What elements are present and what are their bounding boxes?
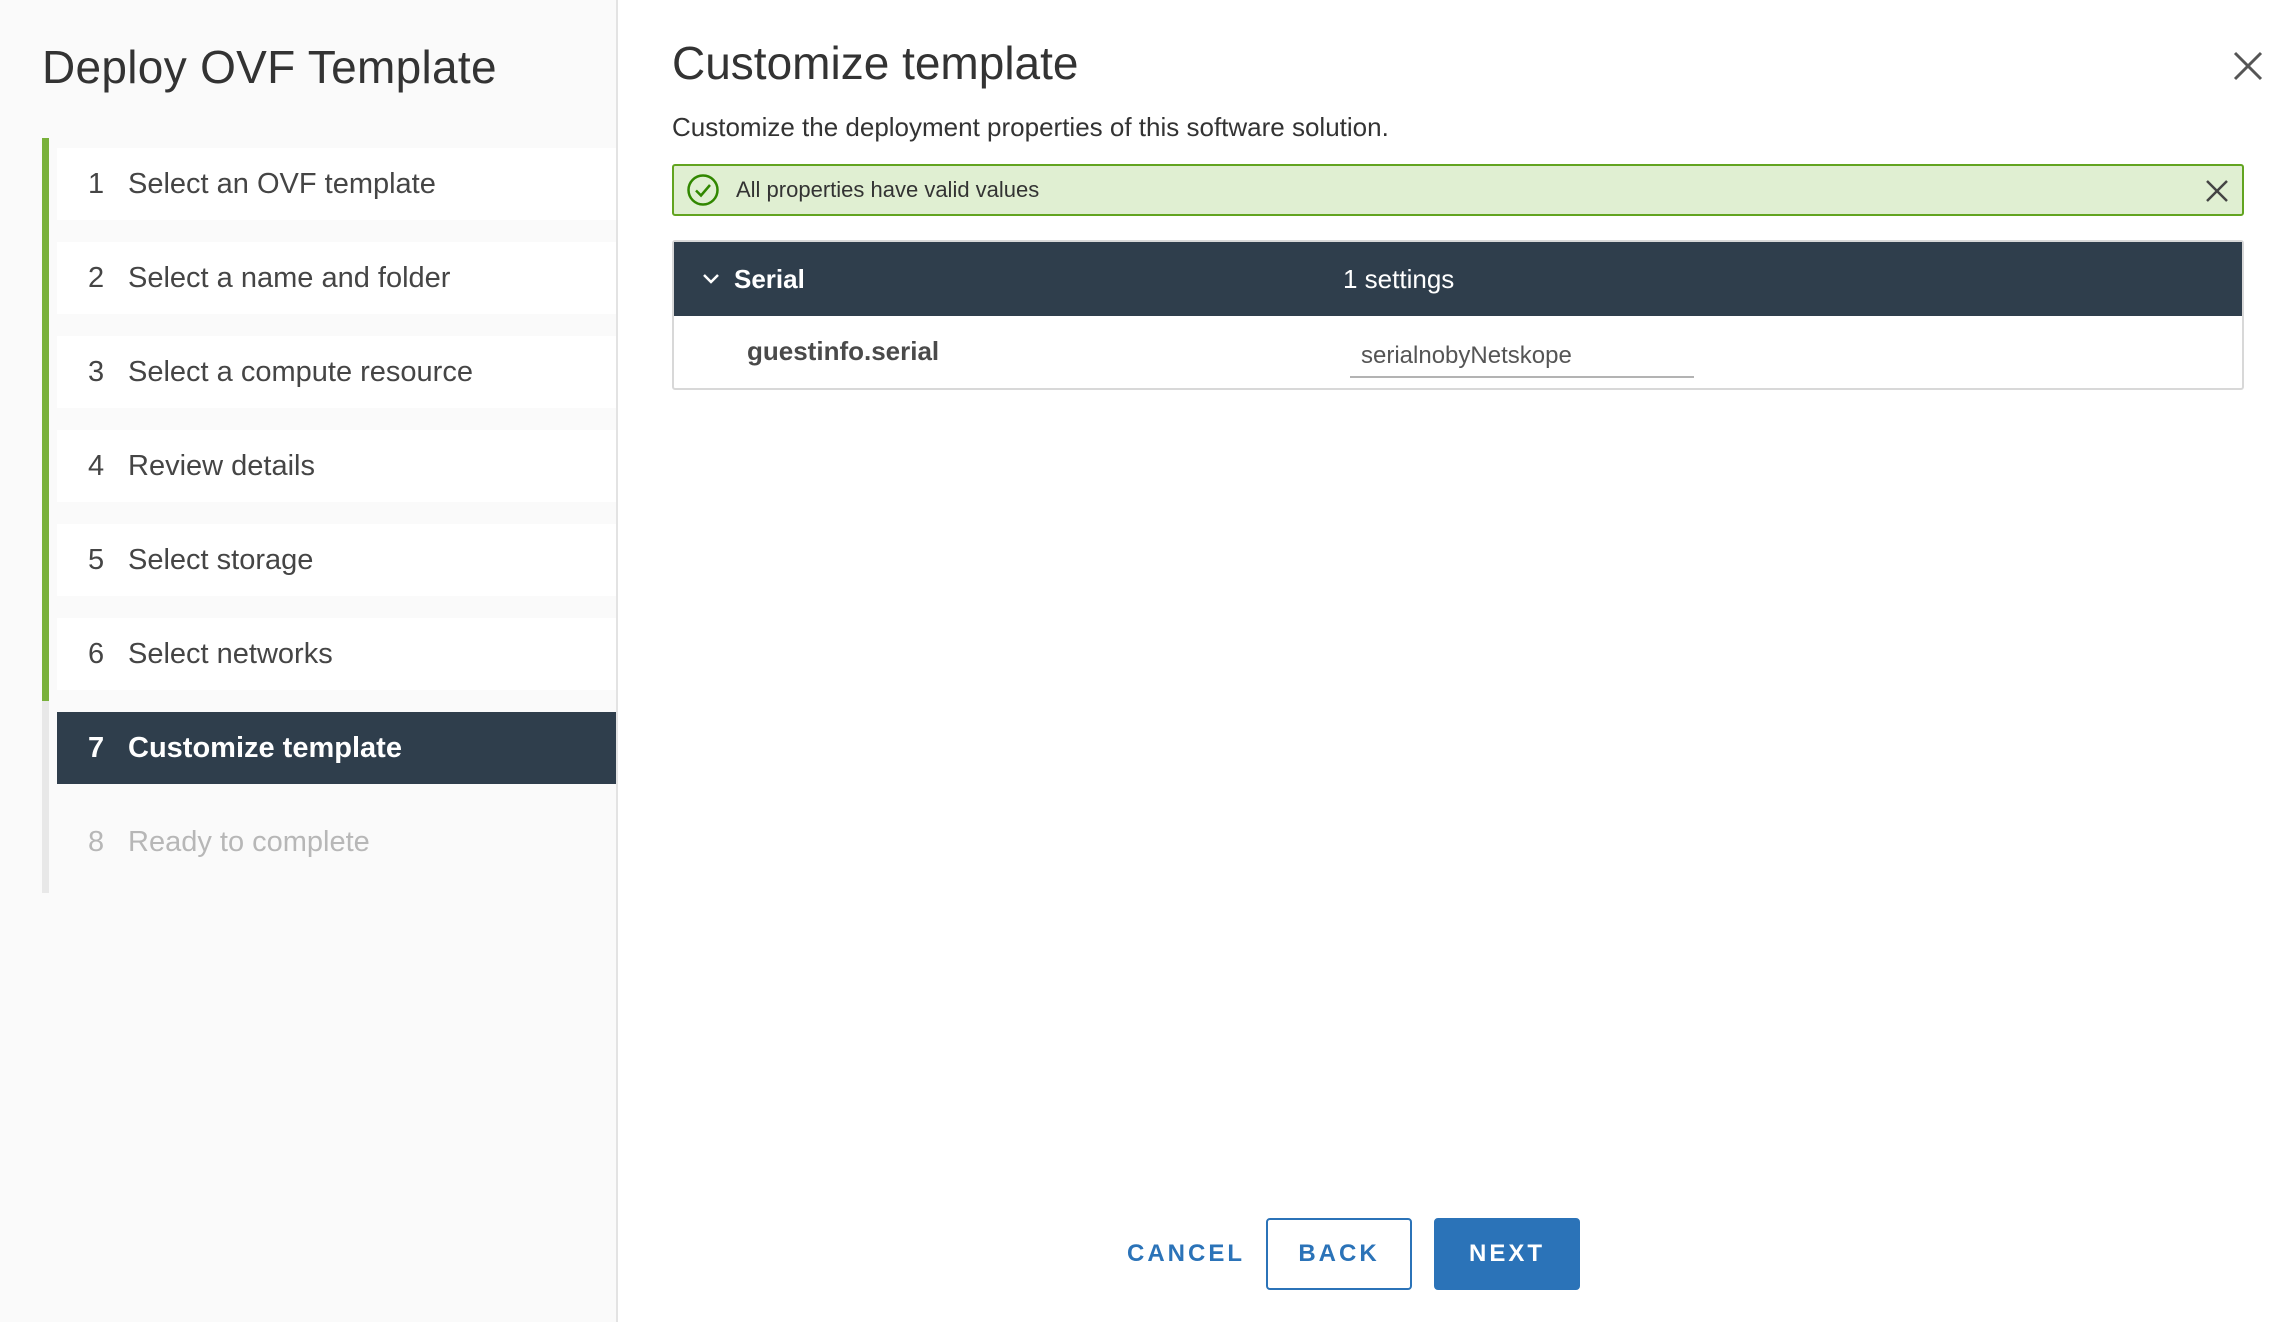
wizard-step-4[interactable]: 4 Review details bbox=[57, 430, 616, 502]
step-label: Select a name and folder bbox=[128, 261, 451, 294]
step-label: Ready to complete bbox=[128, 825, 370, 858]
wizard-steps: 1 Select an OVF template 2 Select a name… bbox=[57, 148, 616, 900]
page-title: Customize template bbox=[672, 37, 1079, 89]
wizard-step-2[interactable]: 2 Select a name and folder bbox=[57, 242, 616, 314]
step-number: 2 bbox=[88, 261, 105, 294]
wizard-title: Deploy OVF Template bbox=[42, 41, 497, 93]
step-number: 8 bbox=[88, 825, 105, 858]
properties-grid: Serial 1 settings guestinfo.serial bbox=[672, 240, 2244, 390]
step-number: 7 bbox=[88, 731, 105, 764]
wizard-step-7[interactable]: 7 Customize template bbox=[57, 712, 616, 784]
alert-close-button[interactable] bbox=[2204, 178, 2230, 204]
cancel-button[interactable]: CANCEL bbox=[1096, 1218, 1276, 1290]
step-label: Select a compute resource bbox=[128, 355, 473, 388]
step-label: Select networks bbox=[128, 637, 333, 670]
wizard-step-6[interactable]: 6 Select networks bbox=[57, 618, 616, 690]
step-label: Review details bbox=[128, 449, 315, 482]
step-number: 1 bbox=[88, 167, 105, 200]
close-icon bbox=[2233, 51, 2263, 81]
group-name: Serial bbox=[734, 263, 805, 294]
check-circle-icon bbox=[687, 174, 719, 206]
property-group-header[interactable]: Serial 1 settings bbox=[674, 242, 2242, 316]
serial-value-input[interactable] bbox=[1350, 336, 1694, 378]
wizard-step-5[interactable]: 5 Select storage bbox=[57, 524, 616, 596]
step-number: 3 bbox=[88, 355, 105, 388]
step-label: Select storage bbox=[128, 543, 314, 576]
step-number: 6 bbox=[88, 637, 105, 670]
step-label: Select an OVF template bbox=[128, 167, 436, 200]
close-dialog-button[interactable] bbox=[2230, 48, 2266, 84]
wizard-step-1[interactable]: 1 Select an OVF template bbox=[57, 148, 616, 220]
next-button[interactable]: NEXT bbox=[1434, 1218, 1580, 1290]
step-number: 5 bbox=[88, 543, 105, 576]
step-progress-completed bbox=[42, 138, 49, 701]
wizard-step-3[interactable]: 3 Select a compute resource bbox=[57, 336, 616, 408]
alert-text: All properties have valid values bbox=[736, 177, 1040, 202]
close-icon bbox=[2206, 180, 2228, 202]
page-subtitle: Customize the deployment properties of t… bbox=[672, 112, 1389, 142]
step-label: Customize template bbox=[128, 731, 402, 764]
wizard-sidebar: Deploy OVF Template 1 Select an OVF temp… bbox=[0, 0, 618, 1322]
group-settings-count: 1 settings bbox=[1343, 263, 1455, 294]
property-row: guestinfo.serial bbox=[674, 316, 2242, 390]
property-name: guestinfo.serial bbox=[747, 336, 940, 366]
chevron-down-icon bbox=[703, 274, 719, 284]
back-button[interactable]: BACK bbox=[1266, 1218, 1412, 1290]
success-alert: All properties have valid values bbox=[672, 164, 2244, 216]
main-content: Customize template Customize the deploym… bbox=[672, 0, 2280, 1322]
step-number: 4 bbox=[88, 449, 105, 482]
wizard-step-8: 8 Ready to complete bbox=[57, 806, 616, 878]
